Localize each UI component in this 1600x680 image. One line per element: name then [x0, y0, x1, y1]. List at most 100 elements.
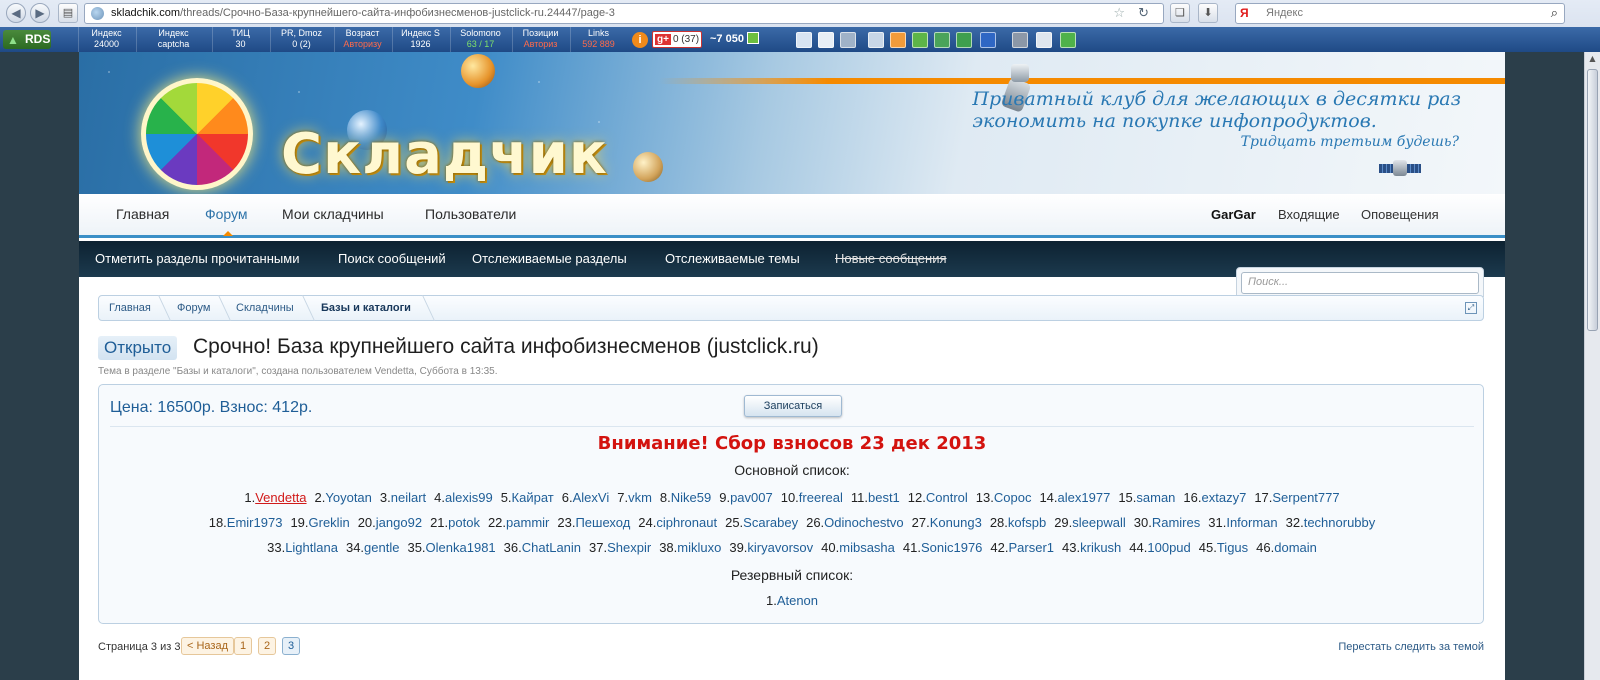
breadcrumb-home[interactable]: Главная	[109, 302, 151, 314]
member-link[interactable]: neilart	[391, 490, 426, 505]
download-icon[interactable]: ⬇	[1198, 3, 1218, 23]
metric-index-s[interactable]: Индекс S 1926	[392, 27, 448, 52]
member-link[interactable]: freereal	[799, 490, 843, 505]
site-logo[interactable]: Складчик	[281, 122, 608, 187]
page-button-1[interactable]: 1	[234, 637, 253, 655]
member-link[interactable]: best1	[868, 490, 900, 505]
member-link[interactable]: Atenon	[777, 593, 818, 608]
menu-icon[interactable]: ▤	[58, 3, 78, 23]
member-link[interactable]: kiryavorsov	[747, 540, 813, 555]
member-link[interactable]: Parser1	[1009, 540, 1055, 555]
bookmark-star-icon[interactable]: ☆	[1113, 6, 1125, 21]
scrollbar-thumb[interactable]	[1587, 69, 1598, 331]
inbox-link[interactable]: Входящие	[1278, 207, 1340, 222]
member-link[interactable]: pav007	[730, 490, 773, 505]
metric-age[interactable]: Возраст Авторизу	[334, 27, 390, 52]
prev-page-button[interactable]: < Назад	[181, 637, 234, 655]
rss-icon[interactable]	[890, 32, 906, 48]
address-bar[interactable]: skladchik.com/threads/Срочно-База-крупне…	[84, 3, 1164, 24]
member-link[interactable]: domain	[1274, 540, 1317, 555]
tab-users[interactable]: Пользователи	[425, 206, 516, 222]
tab-forum[interactable]: Форум	[205, 206, 248, 222]
member-link[interactable]: ChatLanin	[522, 540, 581, 555]
alerts-link[interactable]: Оповещения	[1361, 207, 1439, 222]
member-link[interactable]: technorubby	[1304, 515, 1376, 530]
search-icon[interactable]: ⌕	[1551, 6, 1558, 21]
member-link[interactable]: Greklin	[309, 515, 350, 530]
member-link[interactable]: Konung3	[930, 515, 982, 530]
unwatch-thread-link[interactable]: Перестать следить за темой	[1338, 641, 1484, 653]
member-link[interactable]: kofspb	[1008, 515, 1046, 530]
watched-threads-link[interactable]: Отслеживаемые темы	[665, 251, 800, 266]
new-posts-link[interactable]: Новые сообщения	[835, 251, 947, 266]
info-icon[interactable]: i	[632, 32, 648, 48]
member-link[interactable]: mibsasha	[839, 540, 895, 555]
gear-icon[interactable]	[1012, 32, 1028, 48]
tab-home[interactable]: Главная	[116, 206, 169, 222]
member-link[interactable]: Lightlana	[285, 540, 338, 555]
gear-small-icon[interactable]	[840, 32, 856, 48]
address-url[interactable]: skladchik.com/threads/Срочно-База-крупне…	[111, 7, 615, 19]
member-link[interactable]: vkm	[628, 490, 652, 505]
metric-index-google[interactable]: Индекс captcha	[136, 27, 210, 52]
user-menu[interactable]: GarGar	[1211, 207, 1256, 222]
member-link[interactable]: Пешеход	[575, 515, 630, 530]
tools-icon[interactable]	[868, 32, 884, 48]
refresh-icon[interactable]	[956, 32, 972, 48]
edit-icon[interactable]	[912, 32, 928, 48]
breadcrumb-skladchiny[interactable]: Складчины	[236, 302, 294, 314]
bookmarks-icon[interactable]: ❏	[1170, 3, 1190, 23]
mark-read-link[interactable]: Отметить разделы прочитанными	[95, 251, 299, 266]
member-link[interactable]: pammir	[506, 515, 549, 530]
member-link[interactable]: Informan	[1226, 515, 1277, 530]
tab-my-skladchiny[interactable]: Мои складчины	[282, 206, 384, 222]
member-link[interactable]: Emir1973	[227, 515, 283, 530]
breadcrumb-forum[interactable]: Форум	[177, 302, 210, 314]
metric-positions[interactable]: Позиции Авториз	[512, 27, 568, 52]
qr-icon[interactable]	[796, 32, 812, 48]
watched-forums-link[interactable]: Отслеживаемые разделы	[472, 251, 627, 266]
member-link[interactable]: AlexVi	[573, 490, 610, 505]
metric-solomono[interactable]: Solomono 63 / 17	[450, 27, 510, 52]
member-link[interactable]: alexis99	[445, 490, 493, 505]
jump-icon[interactable]: ⤢	[1465, 302, 1477, 314]
member-link[interactable]: Olenka1981	[426, 540, 496, 555]
metric-index-yandex[interactable]: Индекс 24000	[78, 27, 134, 52]
member-link[interactable]: 100pud	[1147, 540, 1190, 555]
recycle-icon[interactable]	[1036, 32, 1052, 48]
breadcrumb-current[interactable]: Базы и каталоги	[321, 302, 411, 314]
member-link[interactable]: ciphronaut	[656, 515, 717, 530]
member-link[interactable]: saman	[1136, 490, 1175, 505]
member-link[interactable]: krikush	[1080, 540, 1121, 555]
forward-icon[interactable]: ▶	[30, 3, 50, 23]
member-link[interactable]: alex1977	[1058, 490, 1111, 505]
alexa-rank[interactable]: ~7 050	[710, 32, 759, 45]
member-link[interactable]: jango92	[376, 515, 422, 530]
page-button-2[interactable]: 2	[258, 637, 277, 655]
page-icon[interactable]	[818, 32, 834, 48]
scroll-up-icon[interactable]: ▲	[1587, 54, 1598, 65]
metric-links[interactable]: Links 592 889	[570, 27, 626, 52]
member-link[interactable]: Odinochestvo	[824, 515, 904, 530]
rds-logo[interactable]: ▲ RDS	[3, 30, 51, 49]
member-link[interactable]: mikluxo	[677, 540, 721, 555]
member-link[interactable]: Shexpir	[607, 540, 651, 555]
member-link[interactable]: Copoc	[994, 490, 1032, 505]
back-icon[interactable]: ◀	[6, 3, 26, 23]
member-link[interactable]: Tigus	[1217, 540, 1248, 555]
yandex-logo-icon[interactable]: Я	[1240, 6, 1249, 20]
search-engine-box[interactable]: Я Яндекс ⌕	[1235, 3, 1565, 24]
google-plus-counter[interactable]: g+ 0 (37)	[652, 31, 702, 48]
site-identity-icon[interactable]	[91, 7, 104, 20]
member-link[interactable]: Scarabey	[743, 515, 798, 530]
member-link[interactable]: Sonic1976	[921, 540, 982, 555]
home-icon[interactable]	[934, 32, 950, 48]
member-link[interactable]: extazy7	[1202, 490, 1247, 505]
member-link[interactable]: sleepwall	[1072, 515, 1125, 530]
search-input[interactable]: Поиск...	[1241, 272, 1479, 294]
puzzle-icon[interactable]	[1060, 32, 1076, 48]
metric-pr-dmoz[interactable]: PR, Dmoz 0 (2)	[270, 27, 332, 52]
member-link[interactable]: Nike59	[671, 490, 711, 505]
metric-tic[interactable]: ТИЦ 30	[212, 27, 268, 52]
member-link[interactable]: Yoyotan	[325, 490, 372, 505]
